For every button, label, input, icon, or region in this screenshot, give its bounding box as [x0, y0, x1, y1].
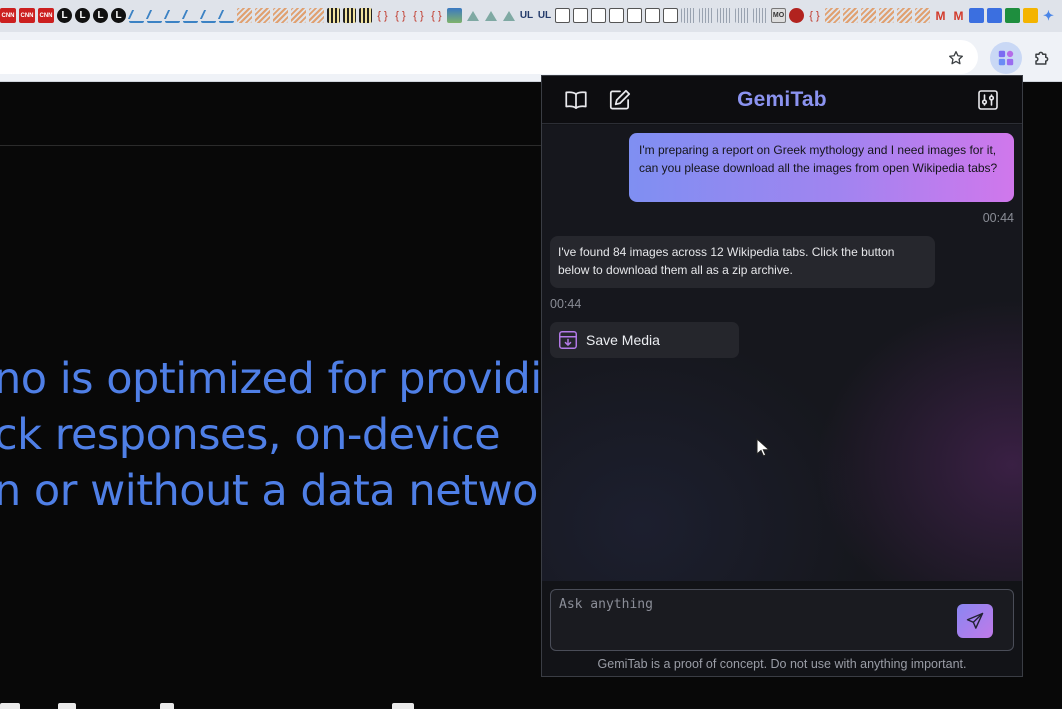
panel-header: GemiTab: [542, 76, 1022, 124]
tab-favicon-L-icon[interactable]: L: [75, 8, 90, 23]
page-divider: [0, 145, 542, 146]
tab-favicon-doc-icon[interactable]: [573, 8, 588, 23]
bookmark-star-icon[interactable]: [944, 46, 968, 70]
tab-favicon-grey-icon[interactable]: [699, 8, 714, 23]
tab-favicon-stripe-icon[interactable]: [309, 8, 324, 23]
prompt-input-box[interactable]: [550, 589, 1014, 651]
tab-favicon-chart-icon[interactable]: [165, 8, 180, 23]
tab-favicon-tri-icon[interactable]: [501, 8, 516, 23]
settings-sliders-icon[interactable]: [974, 86, 1002, 114]
tab-favicon-gdoc-icon[interactable]: [987, 8, 1002, 23]
gemitab-panel: GemiTab I'm preparing a report on Greek …: [541, 75, 1023, 677]
tab-favicon-stripe-icon[interactable]: [843, 8, 858, 23]
save-media-label: Save Media: [586, 332, 660, 348]
tab-favicon-stripe-icon[interactable]: [861, 8, 876, 23]
tab-strip: CNN CNN CNN L L L L{ }{ }{ }{ } UL UL MO{ } M M ✦: [0, 0, 1062, 32]
tab-favicon-chart-icon[interactable]: [147, 8, 162, 23]
chat-area[interactable]: I'm preparing a report on Greek mytholog…: [542, 125, 1022, 581]
tab-favicon-stripe-icon[interactable]: [291, 8, 306, 23]
tab-favicon-doc-icon[interactable]: [609, 8, 624, 23]
tab-favicon-cnn-icon[interactable]: CNN: [0, 8, 16, 23]
composer: GemiTab is a proof of concept. Do not us…: [542, 581, 1022, 676]
tab-favicon-bars-icon[interactable]: [327, 8, 340, 23]
tab-favicon-stripe-icon[interactable]: [915, 8, 930, 23]
cropped-heading: [0, 689, 542, 709]
tab-favicon-L-icon[interactable]: L: [111, 8, 126, 23]
tab-favicon-brace-icon[interactable]: { }: [807, 8, 822, 23]
tab-favicons[interactable]: CNN CNN CNN L L L L{ }{ }{ }{ } UL UL MO{ } M M ✦: [0, 7, 1059, 24]
tab-favicon-stripe-icon[interactable]: [897, 8, 912, 23]
tab-favicon-L-icon[interactable]: L: [57, 8, 72, 23]
tab-favicon-chart-icon[interactable]: [129, 8, 144, 23]
panel-title: GemiTab: [737, 88, 827, 111]
tab-favicon-chart-icon[interactable]: [219, 8, 234, 23]
tab-favicon-doc-icon[interactable]: [663, 8, 678, 23]
tab-favicon-img-icon[interactable]: [447, 8, 462, 23]
user-message-time: 00:44: [982, 211, 1014, 225]
save-media-button[interactable]: Save Media: [550, 322, 739, 358]
tab-favicon-cnn-icon[interactable]: CNN: [19, 8, 35, 23]
tab-favicon-chart-icon[interactable]: [201, 8, 216, 23]
tab-favicon-stripe-icon[interactable]: [255, 8, 270, 23]
send-icon: [966, 612, 984, 629]
disclaimer-text: GemiTab is a proof of concept. Do not us…: [597, 657, 967, 671]
tab-favicon-doc-icon[interactable]: [591, 8, 606, 23]
tab-favicon-grey-icon[interactable]: [681, 8, 696, 23]
tab-favicon-bars-icon[interactable]: [359, 8, 372, 23]
tab-favicon-brace-icon[interactable]: { }: [411, 8, 426, 23]
tab-favicon-bars-icon[interactable]: [343, 8, 356, 23]
tab-favicon-gdoc-icon[interactable]: [969, 8, 984, 23]
assistant-message-time: 00:44: [550, 297, 582, 311]
tab-favicon-gslide-icon[interactable]: [1023, 8, 1038, 23]
tab-favicon-gmail-icon[interactable]: M: [933, 8, 948, 23]
tab-favicon-tri-icon[interactable]: [483, 8, 498, 23]
tab-favicon-brace-icon[interactable]: { }: [429, 8, 444, 23]
tab-favicon-stripe-icon[interactable]: [879, 8, 894, 23]
tab-favicon-L-icon[interactable]: L: [93, 8, 108, 23]
tab-favicon-star4-icon[interactable]: ✦: [1041, 8, 1056, 23]
tab-favicon-stripe-icon[interactable]: [825, 8, 840, 23]
tab-favicon-ul-icon[interactable]: UL: [519, 8, 534, 23]
send-button[interactable]: [957, 604, 993, 638]
tab-favicon-tri-icon[interactable]: [465, 8, 480, 23]
tab-favicon-cnn-icon[interactable]: CNN: [38, 8, 54, 23]
tab-favicon-stripe-icon[interactable]: [237, 8, 252, 23]
tab-favicon-chart-icon[interactable]: [183, 8, 198, 23]
tab-favicon-brace-icon[interactable]: { }: [375, 8, 390, 23]
tab-favicon-grey-icon[interactable]: [735, 8, 750, 23]
tab-favicon-grey-icon[interactable]: [717, 8, 732, 23]
tab-favicon-grey-icon[interactable]: [753, 8, 768, 23]
address-bar[interactable]: [0, 40, 978, 74]
prompt-input[interactable]: [551, 590, 951, 650]
mouse-cursor-icon: [756, 438, 770, 457]
tab-favicon-stripe-icon[interactable]: [273, 8, 288, 23]
tab-favicon-ul-icon[interactable]: UL: [537, 8, 552, 23]
extensions-puzzle-icon[interactable]: [1030, 46, 1054, 70]
tab-favicon-gmail-icon[interactable]: M: [951, 8, 966, 23]
tab-favicon-gsheet-icon[interactable]: [1005, 8, 1020, 23]
tab-favicon-doc-icon[interactable]: [645, 8, 660, 23]
tab-favicon-doc-icon[interactable]: [555, 8, 570, 23]
user-message: I'm preparing a report on Greek mytholog…: [629, 133, 1014, 202]
tab-favicon-flower-icon[interactable]: [789, 8, 804, 23]
gemitab-extension-icon[interactable]: [990, 42, 1022, 74]
tab-favicon-doc-icon[interactable]: [627, 8, 642, 23]
archive-download-icon: [557, 329, 579, 351]
tab-favicon-mo-icon[interactable]: MO: [771, 8, 786, 23]
tab-favicon-brace-icon[interactable]: { }: [393, 8, 408, 23]
assistant-message: I've found 84 images across 12 Wikipedia…: [550, 236, 935, 288]
